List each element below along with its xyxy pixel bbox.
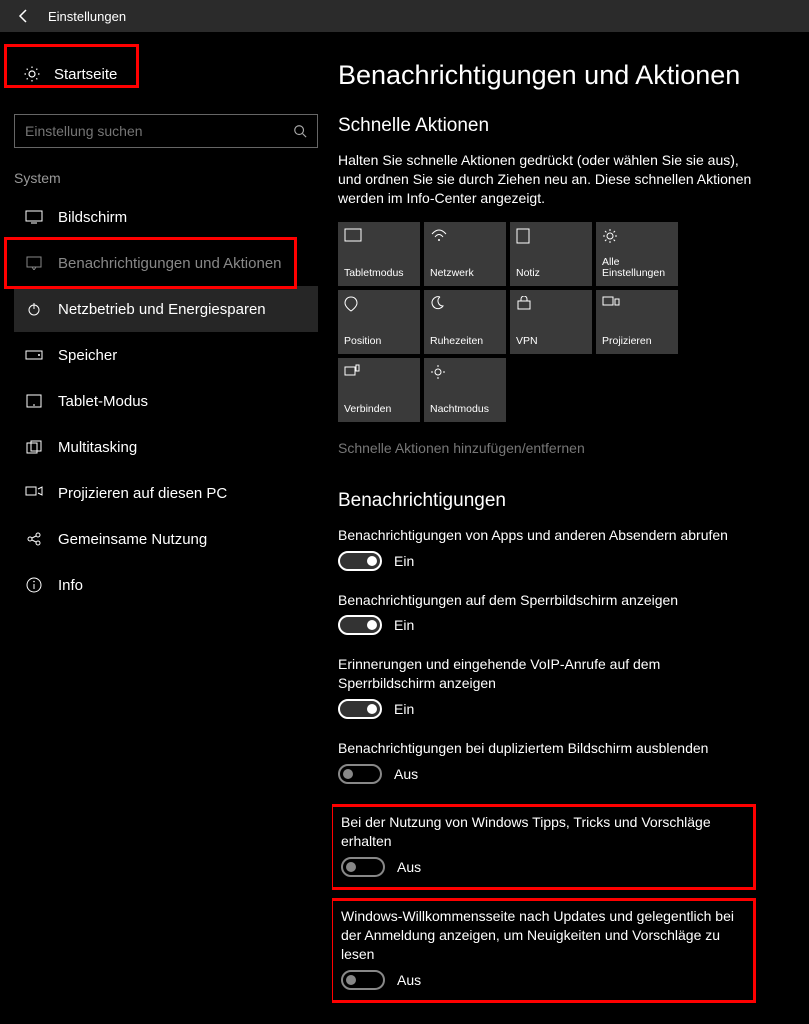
- storage-icon: [24, 345, 44, 365]
- sidebar: Startseite System Bildschirm Benachricht…: [0, 32, 332, 1024]
- toggle[interactable]: [338, 699, 382, 719]
- project-icon: [24, 483, 44, 503]
- power-icon: [24, 299, 44, 319]
- sidebar-item-project[interactable]: Projizieren auf diesen PC: [14, 470, 318, 516]
- nav-label: Speicher: [58, 347, 117, 364]
- sidebar-item-tablet[interactable]: Tablet-Modus: [14, 378, 318, 424]
- sidebar-item-power[interactable]: Netzbetrieb und Energiesparen: [14, 286, 318, 332]
- tile-allsettings[interactable]: Alle Einstellungen: [596, 222, 678, 286]
- sidebar-item-shared[interactable]: Gemeinsame Nutzung: [14, 516, 318, 562]
- tile-connect[interactable]: Verbinden: [338, 358, 420, 422]
- toggle[interactable]: [338, 615, 382, 635]
- tile-nightlight[interactable]: Nachtmodus: [424, 358, 506, 422]
- setting-duplicate-hide: Benachrichtigungen bei dupliziertem Bild…: [338, 739, 748, 784]
- tile-tabletmode[interactable]: Tabletmodus: [338, 222, 420, 286]
- wifi-icon: [430, 228, 448, 246]
- setting-lockscreen-notifications: Benachrichtigungen auf dem Sperrbildschi…: [338, 591, 748, 636]
- multitasking-icon: [24, 437, 44, 457]
- quick-action-tiles: Tabletmodus Netzwerk Notiz Alle Einstell…: [338, 222, 793, 422]
- tile-project[interactable]: Projizieren: [596, 290, 678, 354]
- connect-icon: [344, 364, 362, 382]
- tile-vpn[interactable]: VPN: [510, 290, 592, 354]
- nav-label: Bildschirm: [58, 209, 127, 226]
- nav-label: Netzbetrieb und Energiesparen: [58, 301, 266, 318]
- notifications-heading: Benachrichtigungen: [338, 490, 793, 512]
- window-title: Einstellungen: [48, 9, 126, 24]
- titlebar: Einstellungen: [0, 0, 809, 32]
- project-icon: [602, 296, 620, 314]
- gear-icon: [22, 64, 42, 84]
- tablet-icon: [344, 228, 362, 246]
- search-icon: [293, 124, 307, 138]
- tile-location[interactable]: Position: [338, 290, 420, 354]
- sidebar-item-storage[interactable]: Speicher: [14, 332, 318, 378]
- edit-quick-actions-link[interactable]: Schnelle Aktionen hinzufügen/entfernen: [338, 440, 793, 456]
- note-icon: [516, 228, 534, 246]
- monitor-icon: [24, 207, 44, 227]
- sidebar-item-notifications[interactable]: Benachrichtigungen und Aktionen: [14, 240, 318, 286]
- quick-actions-desc: Halten Sie schnelle Aktionen gedrückt (o…: [338, 151, 758, 208]
- home-button[interactable]: Startseite: [14, 52, 318, 96]
- highlighted-setting-tips: Bei der Nutzung von Windows Tipps, Trick…: [332, 804, 756, 890]
- highlighted-setting-welcome: Windows-Willkommensseite nach Updates un…: [332, 898, 756, 1003]
- nav-label: Info: [58, 577, 83, 594]
- share-icon: [24, 529, 44, 549]
- nav-label: Projizieren auf diesen PC: [58, 485, 227, 502]
- sidebar-item-display[interactable]: Bildschirm: [14, 194, 318, 240]
- search-box[interactable]: [14, 114, 318, 148]
- back-button[interactable]: [8, 0, 40, 32]
- nav-label: Multitasking: [58, 439, 137, 456]
- sidebar-item-info[interactable]: Info: [14, 562, 318, 608]
- setting-apps-notifications: Benachrichtigungen von Apps und anderen …: [338, 526, 748, 571]
- home-label: Startseite: [54, 66, 117, 83]
- search-input[interactable]: [25, 123, 293, 139]
- tile-note[interactable]: Notiz: [510, 222, 592, 286]
- moon-icon: [430, 296, 448, 314]
- page-title: Benachrichtigungen und Aktionen: [338, 60, 793, 91]
- tile-network[interactable]: Netzwerk: [424, 222, 506, 286]
- nav-label: Tablet-Modus: [58, 393, 148, 410]
- info-icon: [24, 575, 44, 595]
- notification-icon: [24, 253, 44, 273]
- section-label: System: [14, 170, 318, 186]
- gear-icon: [602, 228, 620, 246]
- sidebar-item-multitasking[interactable]: Multitasking: [14, 424, 318, 470]
- toggle[interactable]: [338, 551, 382, 571]
- nav-label: Gemeinsame Nutzung: [58, 531, 207, 548]
- setting-voip-reminders: Erinnerungen und eingehende VoIP-Anrufe …: [338, 655, 748, 719]
- nav-label: Benachrichtigungen und Aktionen: [58, 255, 282, 272]
- tablet-icon: [24, 391, 44, 411]
- sun-icon: [430, 364, 448, 382]
- quick-actions-heading: Schnelle Aktionen: [338, 115, 793, 137]
- toggle[interactable]: [338, 764, 382, 784]
- toggle[interactable]: [341, 857, 385, 877]
- vpn-icon: [516, 296, 534, 314]
- main-content: Benachrichtigungen und Aktionen Schnelle…: [332, 32, 809, 1024]
- tile-quiet[interactable]: Ruhezeiten: [424, 290, 506, 354]
- toggle[interactable]: [341, 970, 385, 990]
- location-icon: [344, 296, 362, 314]
